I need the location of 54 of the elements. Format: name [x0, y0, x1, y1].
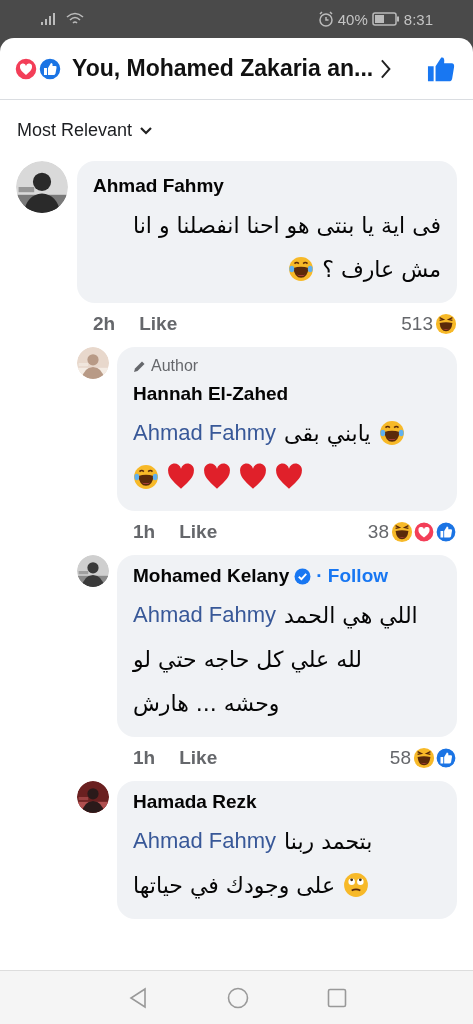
comment-text: فى اية يا بنتى هو احنا انفصلنا و انا: [132, 212, 441, 238]
laughing-emoji-icon: [435, 313, 457, 335]
sort-dropdown[interactable]: Most Relevant: [17, 120, 153, 141]
eye-roll-emoji-icon: [343, 872, 369, 898]
tears-of-joy-emoji-icon: [288, 256, 315, 282]
comment-time: 2h: [93, 313, 116, 335]
comment-text: يابني بقى: [284, 420, 371, 446]
home-icon[interactable]: [226, 986, 249, 1009]
heart-icon: [167, 463, 195, 491]
comment-time: 1h: [133, 521, 156, 543]
mention-link[interactable]: Ahmad Fahmy: [133, 602, 277, 628]
comment-text: على وجودك في حياتها: [133, 872, 335, 898]
heart-icon: [239, 463, 267, 491]
comment-text: اللي هي الحمد: [284, 602, 418, 628]
laughing-emoji-icon: [391, 521, 413, 543]
alarm-icon: [317, 11, 334, 27]
like-button[interactable]: Like: [139, 313, 178, 335]
tears-of-joy-emoji-icon: [378, 420, 405, 446]
heart-icon: [203, 463, 231, 491]
wifi-icon: [66, 12, 84, 26]
comment-time: 1h: [133, 747, 156, 769]
mention-link[interactable]: Ahmad Fahmy: [133, 828, 277, 854]
commenter-name[interactable]: Hamada Rezk: [133, 791, 257, 813]
comment-text: بتحمد ربنا: [284, 828, 373, 854]
comment-text: مش عارف ؟: [322, 256, 441, 282]
reaction-count: 38: [367, 521, 389, 543]
recent-apps-icon[interactable]: [326, 987, 347, 1008]
reaction-count: 58: [389, 747, 411, 769]
mention-link[interactable]: Ahmad Fahmy: [133, 420, 277, 446]
like-button[interactable]: Like: [179, 747, 218, 769]
like-reaction-icon: [435, 747, 457, 769]
like-reaction-icon: [38, 56, 62, 81]
badge-label: Author: [151, 357, 199, 375]
follow-link[interactable]: · Follow: [316, 565, 389, 587]
battery-percent: 40%: [337, 10, 368, 28]
heart-reaction-icon: [14, 56, 38, 81]
heart-reaction-icon: [413, 521, 435, 543]
like-button[interactable]: Like: [179, 521, 218, 543]
heart-icon: [275, 463, 303, 491]
reactions-title[interactable]: You, Mohamed Zakaria an...: [72, 55, 374, 82]
pencil-icon: [133, 359, 146, 373]
tears-of-joy-emoji-icon: [133, 464, 159, 490]
commenter-name[interactable]: Hannah El-Zahed: [133, 383, 289, 405]
comment-text: لله علي كل حاجه حتي لو: [133, 646, 362, 672]
clock-time: 8:31: [403, 10, 433, 28]
commenter-name[interactable]: Mohamed Kelany: [133, 565, 290, 587]
chevron-right-icon[interactable]: [379, 57, 393, 80]
caret-icon: [140, 126, 153, 135]
reaction-count: 513: [401, 313, 433, 335]
battery-icon: [371, 12, 400, 26]
laughing-emoji-icon: [413, 747, 435, 769]
like-reaction-icon: [435, 521, 457, 543]
commenter-name[interactable]: Ahmad Fahmy: [93, 175, 224, 197]
comment-text: وحشه ... هارش: [133, 690, 280, 716]
